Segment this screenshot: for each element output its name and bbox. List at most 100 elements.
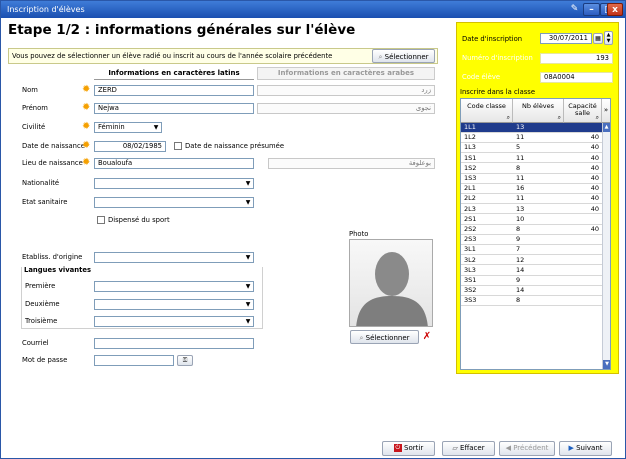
table-row[interactable]: 3L1 7 [461, 245, 602, 256]
col-header-capacite[interactable]: Capacité salle ⌕ [564, 99, 602, 123]
photo-label: Photo [349, 230, 369, 238]
cell-capacite: 40 [590, 143, 599, 152]
cell-nb-eleves: 16 [516, 184, 525, 193]
calendar-icon[interactable]: ▦ [593, 33, 603, 44]
col-header-nb[interactable]: Nb élèves ⌕ [513, 99, 564, 123]
date-naissance-input[interactable]: 08/02/1985 [94, 141, 166, 152]
table-row[interactable]: 2L2 11 40 [461, 194, 602, 205]
etat-sanitaire-select[interactable]: ▼ [94, 197, 254, 208]
scroll-up-icon[interactable]: ▲ [603, 123, 610, 132]
cell-nb-eleves: 8 [516, 225, 521, 233]
cell-nb-eleves: 8 [516, 163, 521, 172]
cell-code: 2L3 [464, 204, 476, 213]
troisieme-langue-select[interactable]: ▼ [94, 316, 254, 327]
cell-code: 2S3 [464, 235, 477, 244]
back-arrow-icon: ◀ [505, 444, 511, 452]
table-row[interactable]: 2S3 9 [461, 235, 602, 245]
info-bar-text: Vous pouvez de sélectionner un élève rad… [12, 52, 333, 60]
cell-code: 1S3 [464, 174, 477, 182]
table-row[interactable]: 3S2 14 [461, 286, 602, 296]
select-student-button[interactable]: ⌕ Sélectionner [372, 49, 435, 63]
civilite-label: Civilité [22, 123, 46, 131]
table-row[interactable]: 1L2 11 40 [461, 133, 602, 143]
lieu-naissance-arabic-input[interactable]: بوعلوفة [268, 158, 435, 169]
cell-code: 1S1 [464, 153, 477, 162]
table-row[interactable]: 3S3 8 [461, 296, 602, 307]
table-row[interactable]: 2S2 8 40 [461, 225, 602, 235]
cell-code: 1L3 [464, 143, 476, 152]
col-header-code[interactable]: Code classe ⌕ [461, 99, 513, 123]
prenom-input[interactable]: Nejwa [94, 103, 254, 114]
cell-code: 1L2 [464, 133, 476, 142]
chevron-down-icon: ▼ [245, 199, 251, 206]
dispense-sport-label: Dispensé du sport [108, 216, 170, 224]
table-row[interactable]: 1L1 13 [461, 123, 602, 133]
sortir-button[interactable]: ⏻ Sortir [382, 441, 435, 456]
photo-select-button[interactable]: ⌕ Sélectionner [350, 330, 419, 344]
lieu-naissance-label: Lieu de naissance [22, 159, 83, 167]
table-row[interactable]: 1S1 11 40 [461, 154, 602, 164]
table-row[interactable]: 3L2 12 [461, 256, 602, 266]
deuxieme-label: Deuxième [25, 300, 60, 308]
effacer-button[interactable]: ▱ Effacer [442, 441, 495, 456]
scroll-down-icon[interactable]: ▼ [603, 360, 610, 369]
key-icon[interactable]: ⚿ [177, 355, 193, 366]
cell-code: 3S1 [464, 276, 477, 284]
deuxieme-langue-select[interactable]: ▼ [94, 299, 254, 310]
cell-nb-eleves: 9 [516, 235, 521, 244]
table-scrollbar[interactable]: ▲ ▼ [602, 123, 610, 369]
table-row[interactable]: 2S1 10 [461, 215, 602, 225]
pin-icon[interactable]: ✎ [566, 3, 583, 16]
chevron-down-icon: ▼ [245, 283, 251, 290]
date-spinner[interactable]: ▲ ▼ [604, 31, 613, 45]
table-row[interactable]: 2L3 13 40 [461, 205, 602, 215]
prenom-label: Prénom [22, 104, 48, 112]
code-eleve-input: 08A0004 [540, 72, 613, 83]
cell-code: 3S2 [464, 286, 477, 295]
precedent-button[interactable]: ◀ Précédent [499, 441, 555, 456]
suivant-button[interactable]: ▶ Suivant [559, 441, 612, 456]
lieu-naissance-input[interactable]: Boualoufa [94, 158, 254, 169]
courriel-label: Courriel [22, 339, 49, 347]
table-row[interactable]: 1S2 8 40 [461, 164, 602, 174]
required-star-icon: ✹ [82, 102, 91, 113]
required-star-icon: ✹ [82, 157, 91, 168]
dispense-sport-checkbox[interactable] [97, 216, 105, 224]
cell-nb-eleves: 14 [516, 265, 525, 274]
table-row[interactable]: 2L1 16 40 [461, 184, 602, 194]
nom-input[interactable]: ZERD [94, 85, 254, 96]
arabic-column-header: Informations en caractères arabes [257, 67, 435, 80]
chevron-down-icon: ▼ [245, 318, 251, 325]
cell-capacite: 40 [590, 133, 599, 142]
select-student-label: Sélectionner [384, 53, 429, 61]
cell-nb-eleves: 10 [516, 214, 525, 223]
cell-code: 2L2 [464, 194, 476, 203]
cell-capacite: 40 [590, 163, 599, 172]
etablissement-select[interactable]: ▼ [94, 252, 254, 263]
premiere-langue-select[interactable]: ▼ [94, 281, 254, 292]
class-table: Code classe ⌕ Nb élèves ⌕ Capacité salle… [460, 98, 611, 370]
minimize-button[interactable]: – [583, 3, 600, 16]
table-row[interactable]: 1L3 5 40 [461, 143, 602, 154]
nom-arabic-input[interactable]: زرد [257, 85, 435, 96]
table-row[interactable]: 1S3 11 40 [461, 174, 602, 184]
cell-nb-eleves: 14 [516, 286, 525, 295]
table-row[interactable]: 3L3 14 [461, 266, 602, 276]
chevron-down-icon: ▼ [153, 124, 159, 131]
courriel-input[interactable] [94, 338, 254, 349]
page-title: Etape 1/2 : informations générales sur l… [8, 22, 356, 38]
date-presumee-checkbox[interactable] [174, 142, 182, 150]
column-chooser-icon[interactable]: » [602, 99, 610, 123]
title-bar: Inscription d'élèves ✎ – □ x [1, 1, 625, 18]
etablissement-label: Etabliss. d'origine [22, 253, 83, 261]
civilite-select[interactable]: Féminin ▼ [94, 122, 162, 133]
mot-de-passe-input[interactable] [94, 355, 174, 366]
nationalite-select[interactable]: ▼ [94, 178, 254, 189]
date-inscription-input[interactable]: 30/07/2011 [540, 33, 592, 44]
cell-nb-eleves: 11 [516, 174, 525, 182]
table-row[interactable]: 3S1 9 [461, 276, 602, 286]
close-button[interactable]: x [607, 3, 623, 16]
cell-code: 3L3 [464, 265, 476, 274]
prenom-arabic-input[interactable]: نجوى [257, 103, 435, 114]
delete-photo-icon[interactable]: ✗ [421, 330, 433, 344]
